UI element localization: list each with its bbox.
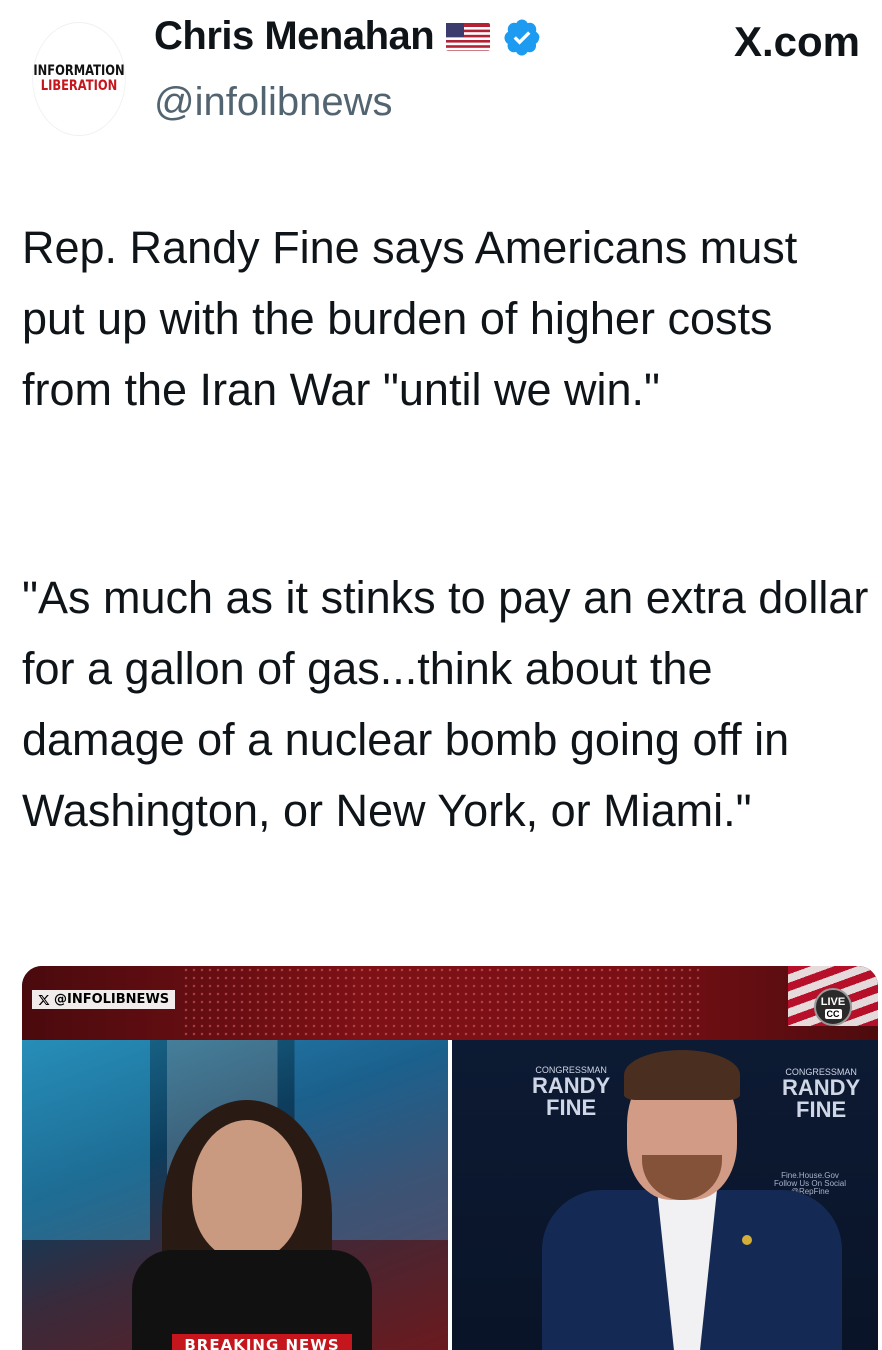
dot-map-graphic: [182, 966, 702, 1040]
verified-badge-icon: [504, 19, 540, 55]
live-badge: LIVE CC: [814, 988, 852, 1026]
post-text-paragraph-1: Rep. Randy Fine says Americans must put …: [22, 222, 798, 415]
x-logo-icon: [38, 994, 50, 1005]
congressman-panel: CONGRESSMAN RANDY FINE CONGRESSMAN RANDY…: [452, 1040, 878, 1350]
backdrop-randy-right: RANDY: [782, 1075, 861, 1100]
breaking-news-chyron: BREAKING NEWS: [172, 1334, 352, 1350]
congressman-hair: [624, 1050, 740, 1100]
avatar-text-line2: LIBERATION: [40, 78, 118, 94]
backdrop-randy: RANDY: [532, 1073, 611, 1098]
backdrop-logo-center: CONGRESSMAN RANDY FINE: [532, 1066, 610, 1119]
cc-label: CC: [824, 1008, 842, 1019]
us-flag-icon: [446, 22, 491, 51]
post-text-paragraph-2: "As much as it stinks to pay an extra do…: [22, 572, 869, 836]
display-name-row[interactable]: Chris Menahan: [154, 14, 542, 59]
source-label: X.com: [733, 18, 860, 65]
backdrop-fine: FINE: [546, 1095, 597, 1120]
watermark-text: @INFOLIBNEWS: [54, 992, 170, 1007]
live-label: LIVE: [820, 995, 846, 1008]
display-name[interactable]: Chris Menahan: [154, 14, 435, 59]
user-handle[interactable]: @infolibnews: [154, 80, 393, 125]
video-embed[interactable]: @INFOLIBNEWS LIVE CC BREAKING NEWS CONGR…: [22, 966, 878, 1350]
avatar[interactable]: INFORMATION LIBERATION: [32, 22, 126, 136]
watermark: @INFOLIBNEWS: [32, 990, 176, 1009]
news-anchor-panel: BREAKING NEWS: [22, 1040, 448, 1350]
avatar-text-line1: INFORMATION: [33, 63, 125, 79]
backdrop-fine-right: FINE: [796, 1097, 847, 1122]
anchor-face: [192, 1120, 302, 1260]
backdrop-logo-right: CONGRESSMAN RANDY FINE: [782, 1068, 860, 1121]
lapel-pin: [742, 1235, 752, 1245]
video-top-banner: @INFOLIBNEWS LIVE CC: [22, 966, 878, 1040]
